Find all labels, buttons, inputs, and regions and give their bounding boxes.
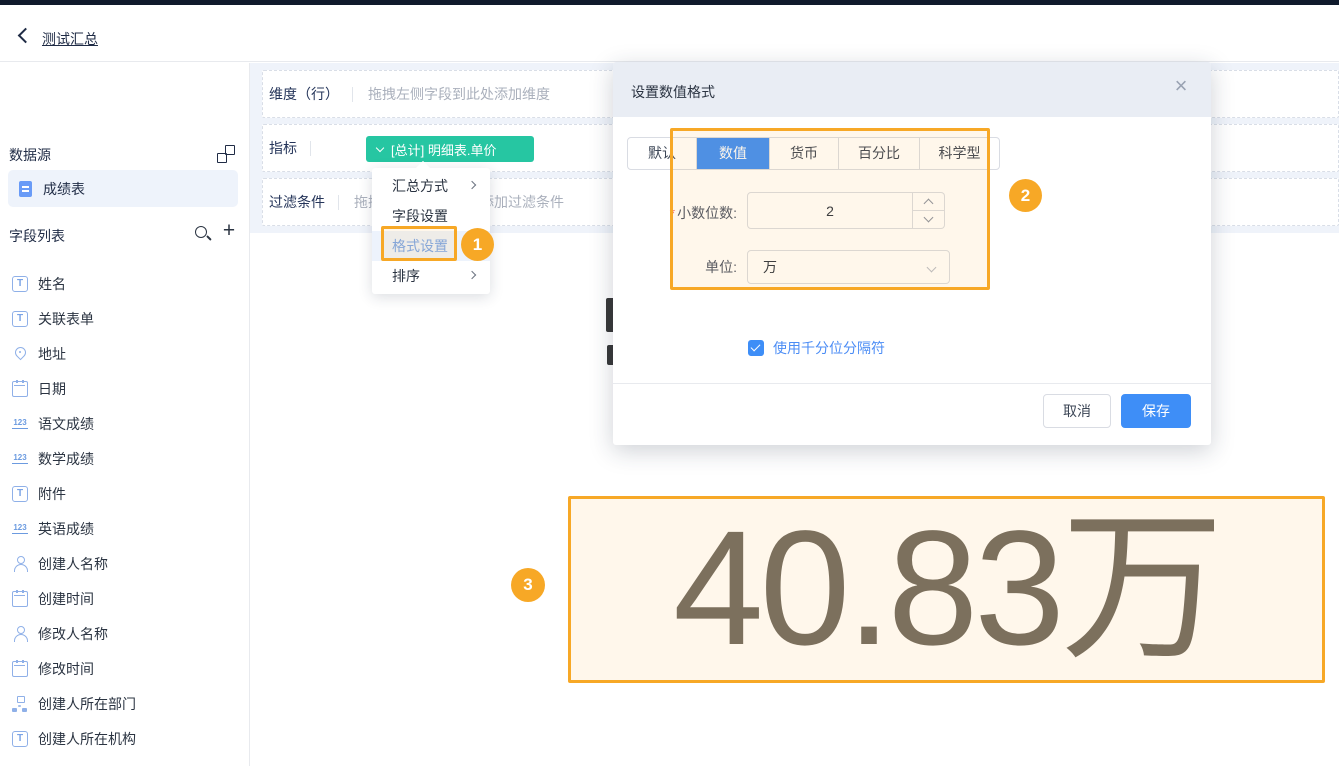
calendar-icon bbox=[12, 661, 28, 677]
chevron-down-icon bbox=[376, 145, 384, 153]
chevron-down-icon bbox=[927, 264, 935, 272]
thousands-separator-row[interactable]: 使用千分位分隔符 bbox=[748, 338, 885, 358]
field-item[interactable]: 语文成绩 bbox=[0, 406, 250, 441]
menu-item-sort[interactable]: 排序 bbox=[372, 261, 490, 291]
tab-number[interactable]: 数值 bbox=[696, 138, 769, 169]
menu-item-field-settings[interactable]: 字段设置 bbox=[372, 201, 490, 231]
field-item[interactable]: 修改人名称 bbox=[0, 616, 250, 651]
field-item[interactable]: 创建人所在机构 bbox=[0, 721, 250, 756]
menu-item-summary-method[interactable]: 汇总方式 bbox=[372, 171, 490, 201]
field-item[interactable]: 英语成绩 bbox=[0, 511, 250, 546]
field-item[interactable]: 明细表.购买科目 bbox=[0, 756, 250, 766]
unit-select[interactable]: 万 bbox=[747, 250, 950, 284]
divider bbox=[338, 195, 339, 210]
field-item[interactable]: 地址 bbox=[0, 336, 250, 371]
document-icon bbox=[19, 181, 32, 197]
divider bbox=[310, 141, 311, 156]
text-icon bbox=[12, 731, 28, 747]
search-icon[interactable] bbox=[194, 225, 212, 243]
field-item[interactable]: 关联表单 bbox=[0, 301, 250, 336]
field-list: 姓名 关联表单 地址 日期 语文成绩 数 bbox=[0, 266, 250, 766]
datasource-item[interactable]: 成绩表 bbox=[8, 170, 238, 207]
decimal-places-input[interactable] bbox=[747, 192, 913, 229]
tab-scientific[interactable]: 科学型 bbox=[919, 138, 999, 169]
metric-tag[interactable]: [总计] 明细表.单价 bbox=[366, 136, 534, 162]
number-icon bbox=[12, 416, 28, 432]
modal-header: 设置数值格式 × bbox=[613, 62, 1211, 117]
dimension-label: 维度（行） bbox=[269, 84, 339, 104]
tab-currency[interactable]: 货币 bbox=[769, 138, 838, 169]
person-icon bbox=[12, 556, 28, 572]
person-icon bbox=[12, 626, 28, 642]
save-button[interactable]: 保存 bbox=[1121, 394, 1191, 428]
menu-item-label: 字段设置 bbox=[392, 206, 448, 226]
text-icon bbox=[12, 311, 28, 327]
metric-tag-label: [总计] 明细表.单价 bbox=[391, 140, 496, 159]
annotation-badge-2: 2 bbox=[1009, 179, 1042, 212]
cancel-button[interactable]: 取消 bbox=[1043, 394, 1111, 428]
unit-select-value: 万 bbox=[763, 259, 777, 275]
unit-label: 单位: bbox=[642, 257, 737, 277]
menu-item-label: 格式设置 bbox=[392, 236, 448, 256]
chevron-right-icon bbox=[469, 182, 476, 189]
thousands-separator-label: 使用千分位分隔符 bbox=[773, 338, 885, 358]
number-icon bbox=[12, 521, 28, 537]
format-settings-modal: 设置数值格式 × 默认 数值 货币 百分比 科学型 *小数位数: 单位: 万 使… bbox=[613, 62, 1211, 445]
tab-percentage[interactable]: 百分比 bbox=[838, 138, 919, 169]
divider bbox=[352, 87, 353, 102]
field-list-label: 字段列表 bbox=[9, 226, 65, 246]
format-type-tabs: 默认 数值 货币 百分比 科学型 bbox=[627, 137, 1000, 170]
field-item[interactable]: 数学成绩 bbox=[0, 441, 250, 476]
app-header: 测试汇总 bbox=[0, 5, 1339, 62]
annotation-badge-3: 3 bbox=[511, 568, 545, 602]
menu-item-label: 排序 bbox=[392, 266, 420, 286]
swap-datasource-icon[interactable] bbox=[217, 145, 235, 163]
required-asterisk: * bbox=[670, 205, 675, 221]
chevron-right-icon bbox=[469, 272, 476, 279]
summary-preview-value: 40.83万 bbox=[568, 496, 1325, 683]
text-icon bbox=[12, 486, 28, 502]
calendar-icon bbox=[12, 591, 28, 607]
field-item[interactable]: 创建时间 bbox=[0, 581, 250, 616]
stepper-up-icon[interactable] bbox=[913, 193, 944, 211]
number-icon bbox=[12, 451, 28, 467]
dimension-placeholder: 拖拽左侧字段到此处添加维度 bbox=[368, 84, 550, 104]
breadcrumb-title[interactable]: 测试汇总 bbox=[42, 29, 98, 49]
text-icon bbox=[12, 276, 28, 292]
location-icon bbox=[12, 346, 28, 362]
close-icon[interactable]: × bbox=[1169, 74, 1193, 98]
menu-item-label: 汇总方式 bbox=[392, 176, 448, 196]
thousands-separator-checkbox[interactable] bbox=[748, 340, 764, 356]
field-item[interactable]: 创建人所在部门 bbox=[0, 686, 250, 721]
stepper-down-icon[interactable] bbox=[913, 210, 944, 228]
field-item[interactable]: 修改时间 bbox=[0, 651, 250, 686]
modal-title: 设置数值格式 bbox=[631, 82, 715, 102]
datasource-label: 数据源 bbox=[9, 145, 51, 165]
calendar-icon bbox=[12, 381, 28, 397]
field-item[interactable]: 附件 bbox=[0, 476, 250, 511]
field-item[interactable]: 姓名 bbox=[0, 266, 250, 301]
org-icon bbox=[12, 696, 28, 712]
field-item[interactable]: 创建人名称 bbox=[0, 546, 250, 581]
field-item[interactable]: 日期 bbox=[0, 371, 250, 406]
annotation-badge-1: 1 bbox=[461, 228, 494, 261]
sidebar: 数据源 成绩表 字段列表 + 姓名 关联表单 地址 日期 bbox=[0, 63, 250, 766]
filter-label: 过滤条件 bbox=[269, 192, 325, 212]
tab-default[interactable]: 默认 bbox=[628, 138, 696, 169]
metric-label: 指标 bbox=[269, 138, 297, 158]
datasource-item-label: 成绩表 bbox=[43, 179, 85, 199]
back-button[interactable] bbox=[14, 26, 34, 46]
add-field-icon[interactable]: + bbox=[219, 221, 239, 241]
decimal-places-label: *小数位数: bbox=[642, 203, 737, 223]
modal-footer: 取消 保存 bbox=[613, 383, 1211, 445]
quantity-stepper bbox=[913, 192, 945, 229]
